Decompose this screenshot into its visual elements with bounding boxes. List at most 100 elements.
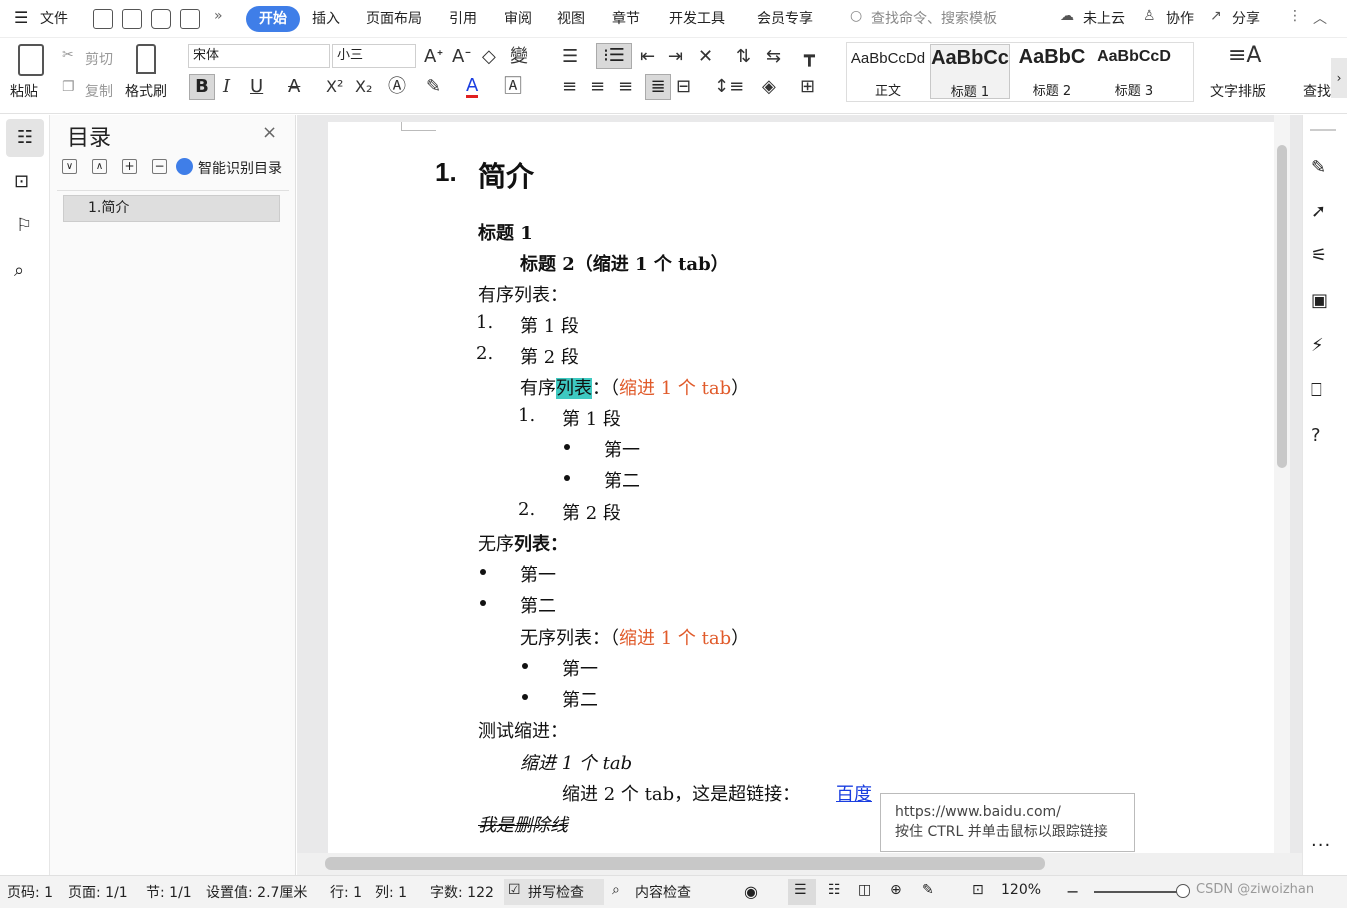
expand-all-icon[interactable]: ∨ (62, 159, 77, 174)
content-check-button[interactable]: 内容检查 (635, 882, 691, 902)
format-painter-button[interactable]: 格式刷 (125, 81, 167, 101)
subscript-button[interactable]: X₂ (355, 77, 372, 97)
add-level-icon[interactable]: + (122, 159, 137, 174)
cursor-icon[interactable]: ➚ (1311, 201, 1326, 222)
help-icon[interactable]: ? (1311, 425, 1321, 446)
distribute-icon[interactable]: ⊟ (676, 77, 691, 97)
more-vertical-icon[interactable]: ⋮ (1288, 8, 1302, 24)
vertical-scrollbar[interactable] (1274, 115, 1290, 853)
zoom-out-icon[interactable]: − (1066, 882, 1079, 901)
text-layout-button[interactable]: 文字排版 (1210, 81, 1266, 101)
copy-button[interactable]: 复制 (85, 81, 113, 101)
style-heading-1[interactable]: AaBbCc 标题 1 (930, 44, 1010, 100)
strikethrough-button[interactable]: A (288, 77, 300, 97)
scrollbar-thumb[interactable] (1277, 145, 1287, 468)
tab-developer[interactable]: 开发工具 (669, 8, 725, 28)
tab-chapter[interactable]: 章节 (612, 8, 640, 28)
grow-font-icon[interactable]: Aᐩ (424, 47, 443, 67)
tab-stops-icon[interactable]: ┳ (804, 47, 815, 67)
tab-review[interactable]: 审阅 (504, 8, 532, 28)
search-panel-icon[interactable]: ⌕ (14, 260, 24, 281)
asian-layout-icon[interactable]: ✕ (698, 47, 713, 67)
status-words[interactable]: 字数: 122 (430, 882, 494, 902)
text-layout-icon[interactable]: ≡A (1228, 45, 1261, 67)
document-page[interactable]: 1. 简介 标题 1 标题 2（缩进 1 个 tab） 有序列表： 1. 第 1… (328, 122, 1274, 862)
save-icon[interactable] (93, 9, 113, 29)
cut-button[interactable]: 剪切 (85, 49, 113, 69)
toc-item[interactable]: 1.简介 (63, 195, 280, 222)
toc-panel-icon[interactable]: ☷ (6, 119, 44, 157)
phonetic-icon[interactable]: 變 (510, 47, 528, 67)
ribbon-scroll-right-icon[interactable]: › (1331, 58, 1347, 98)
lightning-icon[interactable]: ⚡ (1311, 335, 1324, 356)
hamburger-icon[interactable]: ☰ (14, 8, 28, 27)
zoom-level[interactable]: 120% (1001, 882, 1041, 898)
sort-icon[interactable]: ⇅ (736, 47, 751, 67)
outline-view-icon[interactable]: ☷ (828, 882, 841, 898)
font-name-select[interactable]: 宋体 (188, 44, 330, 68)
tab-view[interactable]: 视图 (557, 8, 585, 28)
tab-start[interactable]: 开始 (246, 6, 300, 32)
borders-icon[interactable]: ⊞ (800, 77, 815, 97)
text-direction-icon[interactable]: ⇆ (766, 47, 781, 67)
export-icon[interactable] (122, 9, 142, 29)
tab-insert[interactable]: 插入 (312, 8, 340, 28)
justify-icon[interactable]: ≣ (645, 74, 671, 100)
paste-button[interactable]: 粘贴 (10, 81, 38, 101)
shading-icon[interactable]: ◈ (762, 77, 776, 97)
remove-level-icon[interactable]: − (152, 159, 167, 174)
tab-references[interactable]: 引用 (449, 8, 477, 28)
hyperlink[interactable]: 百度 (836, 780, 872, 806)
italic-button[interactable]: I (223, 77, 230, 97)
command-search[interactable]: 查找命令、搜索模板 (871, 8, 997, 28)
cloud-status[interactable]: 未上云 (1083, 8, 1125, 28)
book-icon[interactable]: ⎕ (1311, 380, 1322, 401)
clear-format-icon[interactable]: ◇ (482, 47, 496, 67)
collab-button[interactable]: 协作 (1166, 8, 1194, 28)
paste-icon[interactable] (18, 44, 44, 76)
collapse-all-icon[interactable]: ∧ (92, 159, 107, 174)
more-icon[interactable]: » (214, 8, 223, 24)
smart-toc-button[interactable]: 智能识别目录 (198, 158, 282, 178)
web-view-icon[interactable]: ⊕ (890, 882, 902, 898)
style-normal[interactable]: AaBbCcDd 正文 (848, 44, 928, 99)
text-effect-icon[interactable]: Ⓐ (388, 77, 406, 97)
align-left-icon[interactable]: ≡ (562, 77, 577, 97)
style-heading-3[interactable]: AaBbCcD 标题 3 (1094, 44, 1174, 99)
align-center-icon[interactable]: ≡ (590, 77, 605, 97)
scrollbar-thumb[interactable] (325, 857, 1045, 870)
fit-page-icon[interactable]: ⊡ (972, 882, 984, 898)
more-icon[interactable]: ··· (1311, 835, 1331, 856)
align-right-icon[interactable]: ≡ (618, 77, 633, 97)
menu-file[interactable]: 文件 (40, 8, 68, 28)
collapse-ribbon-icon[interactable]: ︿ (1313, 8, 1327, 28)
decrease-indent-icon[interactable]: ⇤ (640, 47, 655, 67)
shrink-font-icon[interactable]: Aᐨ (452, 47, 471, 67)
highlight-icon[interactable]: ✎ (426, 77, 441, 97)
superscript-button[interactable]: X² (326, 77, 343, 97)
edit-icon[interactable]: ✎ (1311, 157, 1326, 178)
reading-view-icon[interactable]: ◫ (858, 882, 871, 898)
numbered-list-icon[interactable]: ⁝☰ (596, 43, 632, 69)
eye-icon[interactable]: ◉ (744, 882, 758, 901)
navigation-icon[interactable]: ⊡ (14, 171, 29, 192)
underline-button[interactable]: U (250, 77, 263, 97)
drag-handle[interactable] (1310, 129, 1336, 131)
bullet-list-icon[interactable]: ☰ (562, 47, 578, 67)
increase-indent-icon[interactable]: ⇥ (668, 47, 683, 67)
font-size-select[interactable]: 小三 (332, 44, 416, 68)
preview-icon[interactable] (180, 9, 200, 29)
pen-icon[interactable]: ✎ (922, 882, 934, 898)
close-icon[interactable]: × (262, 122, 277, 143)
font-color-button[interactable]: A (466, 77, 479, 98)
image-tool-icon[interactable]: ▣ (1311, 290, 1328, 311)
status-setting[interactable]: 设置值: 2.7厘米 (206, 882, 307, 902)
bold-button[interactable]: B (189, 74, 215, 100)
zoom-slider[interactable] (1094, 891, 1184, 893)
brush-icon[interactable] (136, 44, 156, 74)
horizontal-scrollbar[interactable] (297, 853, 1302, 875)
sliders-icon[interactable]: ⚟ (1311, 245, 1327, 266)
tab-layout[interactable]: 页面布局 (366, 8, 422, 28)
char-border-icon[interactable]: 🄰 (504, 77, 522, 97)
bookmark-icon[interactable]: ⚐ (16, 215, 32, 236)
